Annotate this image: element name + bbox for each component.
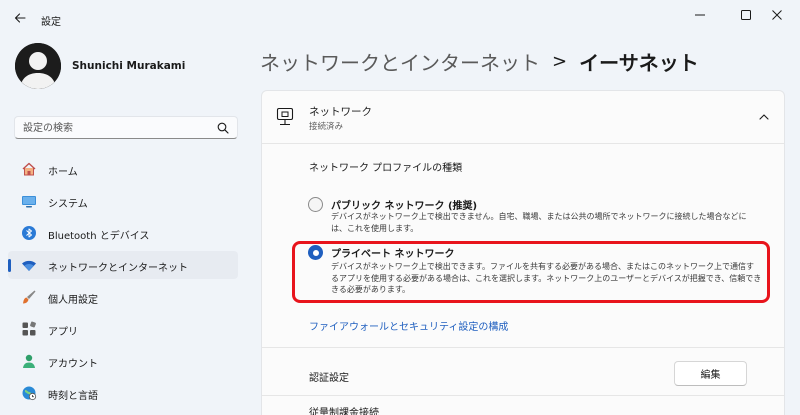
breadcrumb: ネットワークとインターネット > イーサネット <box>260 45 699 77</box>
sidebar-nav: ホーム システム Bluetooth とデバイス ネットワークとインターネット … <box>8 155 238 411</box>
time-language-icon <box>22 386 37 401</box>
arrow-left-icon <box>14 13 26 23</box>
close-button[interactable] <box>754 0 800 30</box>
public-network-radio[interactable] <box>308 197 323 212</box>
sidebar-item-label: 個人用設定 <box>48 295 98 306</box>
close-icon <box>772 10 782 20</box>
breadcrumb-separator: > <box>552 50 568 72</box>
edit-button[interactable]: 編集 <box>674 361 747 386</box>
user-avatar-icon <box>15 43 61 89</box>
page-title: イーサネット <box>579 50 699 75</box>
private-network-radio[interactable] <box>308 245 323 260</box>
sidebar-item-time-language[interactable]: 時刻と言語 <box>8 379 238 407</box>
home-icon <box>22 162 36 176</box>
sidebar-item-label: システム <box>48 199 88 210</box>
user-name: Shunichi Murakami <box>72 60 186 72</box>
firewall-settings-link[interactable]: ファイアウォールとセキュリティ設定の構成 <box>309 318 508 333</box>
sidebar-item-bluetooth[interactable]: Bluetooth とデバイス <box>8 219 238 247</box>
description-line: るアプリを使用する必要がある場合は、これを選択します。ネットワーク上のユーザーと… <box>331 273 762 283</box>
private-network-description: デバイスがネットワーク上で検出できます。ファイルを共有する必要がある場合、または… <box>331 261 800 296</box>
profile-type-heading: ネットワーク プロファイルの種類 <box>309 163 463 174</box>
chevron-up-icon[interactable] <box>758 111 770 123</box>
auth-settings-label: 認証設定 <box>309 373 349 384</box>
search-icon[interactable] <box>217 122 229 134</box>
system-icon <box>22 196 36 208</box>
apps-icon <box>22 321 36 336</box>
network-settings-card: ネットワーク 接続済み ネットワーク プロファイルの種類 パブリック ネットワー… <box>261 90 785 415</box>
minimize-button[interactable] <box>677 0 723 30</box>
description-line: は、これを使用します。 <box>331 223 419 233</box>
sidebar-item-label: アカウント <box>48 359 98 370</box>
ethernet-icon <box>276 107 294 126</box>
description-line: デバイスがネットワーク上で検出できます。ファイルを共有する必要がある場合、または… <box>331 262 754 271</box>
public-network-description: デバイスがネットワーク上で検出できません。自宅、職場、または公共の場所でネットワ… <box>331 211 800 234</box>
sidebar-item-label: ホーム <box>48 167 78 178</box>
network-expander-header[interactable]: ネットワーク 接続済み <box>262 91 784 144</box>
public-network-title: パブリック ネットワーク (推奨) <box>331 201 478 212</box>
sidebar-item-label: アプリ <box>48 327 78 338</box>
sidebar-item-home[interactable]: ホーム <box>8 155 238 183</box>
search-box[interactable] <box>14 116 238 139</box>
account-icon <box>23 354 35 368</box>
network-title: ネットワーク <box>309 106 372 118</box>
metered-connection-label: 従量制課金接続 <box>309 408 379 415</box>
divider <box>262 395 784 396</box>
private-network-title: プライベート ネットワーク <box>331 249 455 260</box>
sidebar-item-system[interactable]: システム <box>8 187 238 215</box>
description-line: デバイスがネットワーク上で検出できません。自宅、職場、または公共の場所でネットワ… <box>331 212 747 221</box>
title-bar: 設定 <box>0 0 800 36</box>
wifi-icon <box>22 260 36 271</box>
breadcrumb-parent-link[interactable]: ネットワークとインターネット <box>260 47 540 76</box>
sidebar-item-label: Bluetooth とデバイス <box>48 231 150 242</box>
sidebar-item-personalization[interactable]: 個人用設定 <box>8 283 238 311</box>
sidebar-item-apps[interactable]: アプリ <box>8 315 238 343</box>
avatar[interactable] <box>15 43 61 89</box>
sidebar-item-label: 時刻と言語 <box>48 391 98 402</box>
maximize-icon <box>741 10 751 20</box>
minimize-icon <box>695 14 705 16</box>
brush-icon <box>23 290 36 304</box>
back-button[interactable] <box>8 6 32 30</box>
network-status: 接続済み <box>309 122 344 132</box>
app-title: 設定 <box>41 17 61 28</box>
sidebar-item-label: ネットワークとインターネット <box>48 263 188 274</box>
description-line: きる必要があります。 <box>331 285 411 294</box>
sidebar-item-network[interactable]: ネットワークとインターネット <box>8 251 238 279</box>
search-input[interactable] <box>23 120 213 136</box>
divider <box>262 347 784 348</box>
bluetooth-icon <box>22 226 36 240</box>
sidebar-item-accounts[interactable]: アカウント <box>8 347 238 375</box>
